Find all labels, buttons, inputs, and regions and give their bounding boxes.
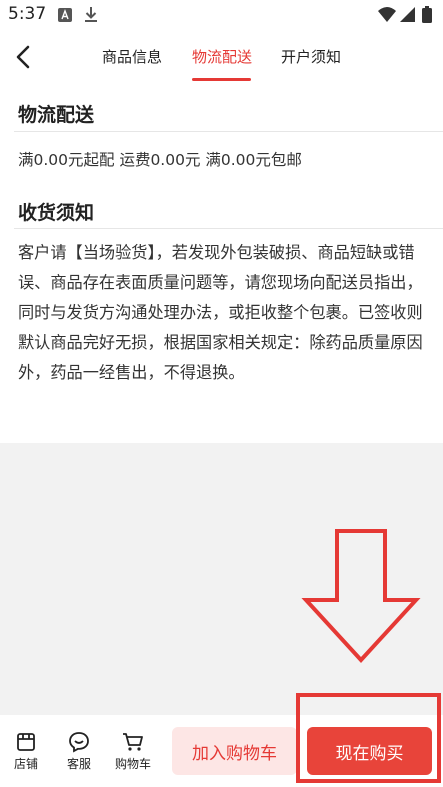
cart-label: 购物车	[114, 757, 151, 771]
app-notification-icon	[58, 7, 72, 26]
signal-icon	[400, 7, 415, 26]
cart-button[interactable]: 购物车	[113, 731, 153, 772]
back-arrow-icon	[16, 45, 30, 69]
store-label: 店铺	[13, 757, 38, 771]
top-nav: 商品信息 物流配送 开户须知	[0, 30, 443, 88]
add-to-cart-button[interactable]: 加入购物车	[172, 727, 297, 775]
shipping-info: 满0.00元起配 运费0.00元 满0.00元包邮	[18, 151, 302, 169]
status-time: 5:37	[8, 4, 47, 24]
battery-icon	[422, 6, 432, 27]
tab-logistics[interactable]: 物流配送	[192, 46, 252, 67]
divider	[14, 228, 443, 229]
status-bar: 5:37	[0, 0, 443, 30]
back-button[interactable]	[10, 42, 40, 72]
customer-service-icon	[69, 732, 89, 753]
annotation-arrow-icon	[300, 528, 422, 668]
tab-account-notice[interactable]: 开户须知	[281, 46, 341, 67]
download-icon	[84, 7, 98, 27]
tab-product-info[interactable]: 商品信息	[102, 46, 162, 67]
shipping-title: 物流配送	[18, 104, 95, 126]
active-tab-indicator	[192, 78, 251, 81]
receiving-title: 收货须知	[18, 202, 95, 224]
store-icon	[17, 733, 35, 751]
store-button[interactable]: 店铺	[6, 731, 46, 772]
main-content: 物流配送 满0.00元起配 运费0.00元 满0.00元包邮 收货须知 客户请【…	[0, 88, 443, 443]
customer-service-button[interactable]: 客服	[59, 731, 99, 772]
divider	[14, 131, 443, 132]
highlight-box	[296, 693, 441, 783]
cart-icon	[123, 733, 143, 751]
wifi-icon	[378, 7, 396, 26]
receiving-notice-text: 客户请【当场验货】，若发现外包装破损、商品短缺或错误、商品存在表面质量问题等，请…	[18, 243, 423, 382]
service-label: 客服	[66, 757, 91, 771]
